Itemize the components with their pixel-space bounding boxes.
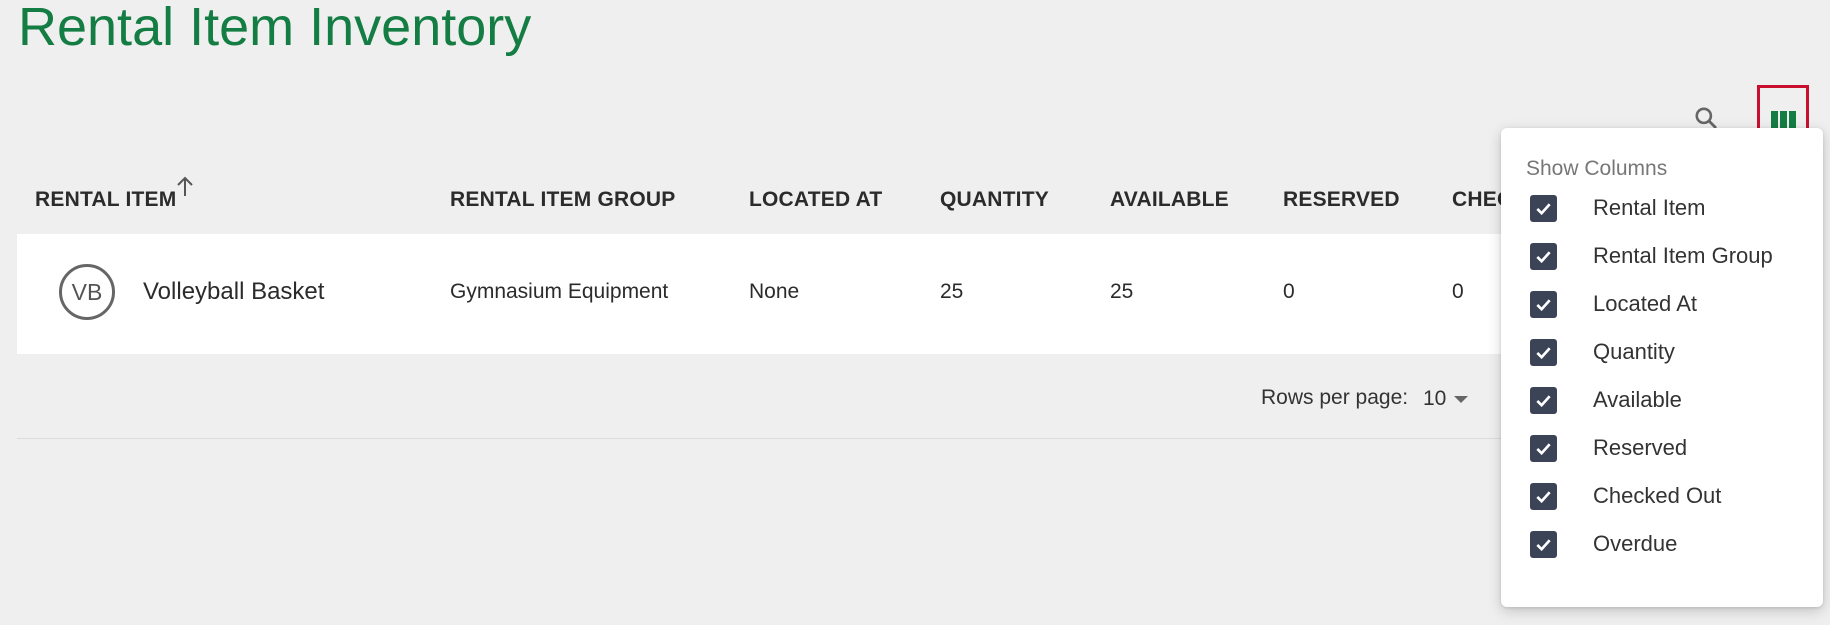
column-option-reserved[interactable]: Reserved bbox=[1530, 430, 1810, 466]
cell-rental-item-group: Gymnasium Equipment bbox=[450, 280, 669, 303]
column-option-quantity[interactable]: Quantity bbox=[1530, 334, 1810, 370]
show-columns-popover: Show Columns Rental Item Rental Item Gro… bbox=[1501, 128, 1823, 607]
column-option-overdue[interactable]: Overdue bbox=[1530, 526, 1810, 562]
column-option-checked-out[interactable]: Checked Out bbox=[1530, 478, 1810, 514]
column-option-label: Checked Out bbox=[1593, 483, 1722, 508]
checkbox-checked-icon[interactable] bbox=[1530, 530, 1557, 558]
cell-quantity: 25 bbox=[940, 280, 964, 303]
column-option-label: Available bbox=[1593, 387, 1682, 412]
column-option-label: Quantity bbox=[1593, 339, 1675, 364]
column-option-label: Rental Item Group bbox=[1593, 243, 1773, 268]
column-header-available[interactable]: AVAILABLE bbox=[1110, 188, 1229, 212]
popover-title: Show Columns bbox=[1526, 157, 1668, 180]
column-option-rental-item-group[interactable]: Rental Item Group bbox=[1530, 238, 1810, 274]
column-option-label: Located At bbox=[1593, 291, 1697, 316]
column-header-reserved[interactable]: RESERVED bbox=[1283, 188, 1400, 212]
column-option-label: Reserved bbox=[1593, 435, 1688, 460]
view-columns-icon bbox=[1770, 110, 1796, 129]
column-option-located-at[interactable]: Located At bbox=[1530, 286, 1810, 322]
column-option-available[interactable]: Available bbox=[1530, 382, 1810, 418]
checkbox-checked-icon[interactable] bbox=[1530, 242, 1557, 270]
arrow-up-icon[interactable] bbox=[174, 175, 196, 199]
column-header-quantity[interactable]: QUANTITY bbox=[940, 188, 1049, 212]
column-option-label: Rental Item bbox=[1593, 195, 1706, 220]
column-header-rental-item-group[interactable]: RENTAL ITEM GROUP bbox=[450, 188, 675, 212]
cell-rental-item: Volleyball Basket bbox=[143, 278, 325, 305]
cell-available: 25 bbox=[1110, 280, 1134, 303]
rows-per-page-label: Rows per page: bbox=[1261, 386, 1409, 409]
avatar: VB bbox=[59, 264, 115, 320]
table-row[interactable]: VB Volleyball Basket Gymnasium Equipment… bbox=[17, 234, 1517, 354]
checkbox-checked-icon[interactable] bbox=[1530, 482, 1557, 510]
checkbox-checked-icon[interactable] bbox=[1530, 434, 1557, 462]
checkbox-checked-icon[interactable] bbox=[1530, 194, 1557, 222]
page-title: Rental Item Inventory bbox=[18, 0, 532, 57]
column-header-located-at[interactable]: LOCATED AT bbox=[749, 188, 882, 212]
column-header-label: RENTAL ITEM bbox=[35, 188, 177, 211]
column-header-rental-item[interactable]: RENTAL ITEM bbox=[35, 188, 176, 212]
caret-down-icon bbox=[1454, 395, 1469, 403]
cell-reserved: 0 bbox=[1283, 280, 1295, 303]
cell-checked-out: 0 bbox=[1452, 280, 1464, 303]
column-option-rental-item[interactable]: Rental Item bbox=[1530, 190, 1810, 226]
checkbox-checked-icon[interactable] bbox=[1530, 386, 1557, 414]
divider bbox=[17, 438, 1507, 439]
rows-per-page-value: 10 bbox=[1423, 387, 1447, 410]
checkbox-checked-icon[interactable] bbox=[1530, 290, 1557, 318]
cell-located-at: None bbox=[749, 280, 800, 303]
checkbox-checked-icon[interactable] bbox=[1530, 338, 1557, 366]
column-option-label: Overdue bbox=[1593, 531, 1678, 556]
rows-per-page-select[interactable]: 10 bbox=[1423, 383, 1479, 415]
table-header: RENTAL ITEM RENTAL ITEM GROUP LOCATED AT… bbox=[17, 170, 1517, 230]
